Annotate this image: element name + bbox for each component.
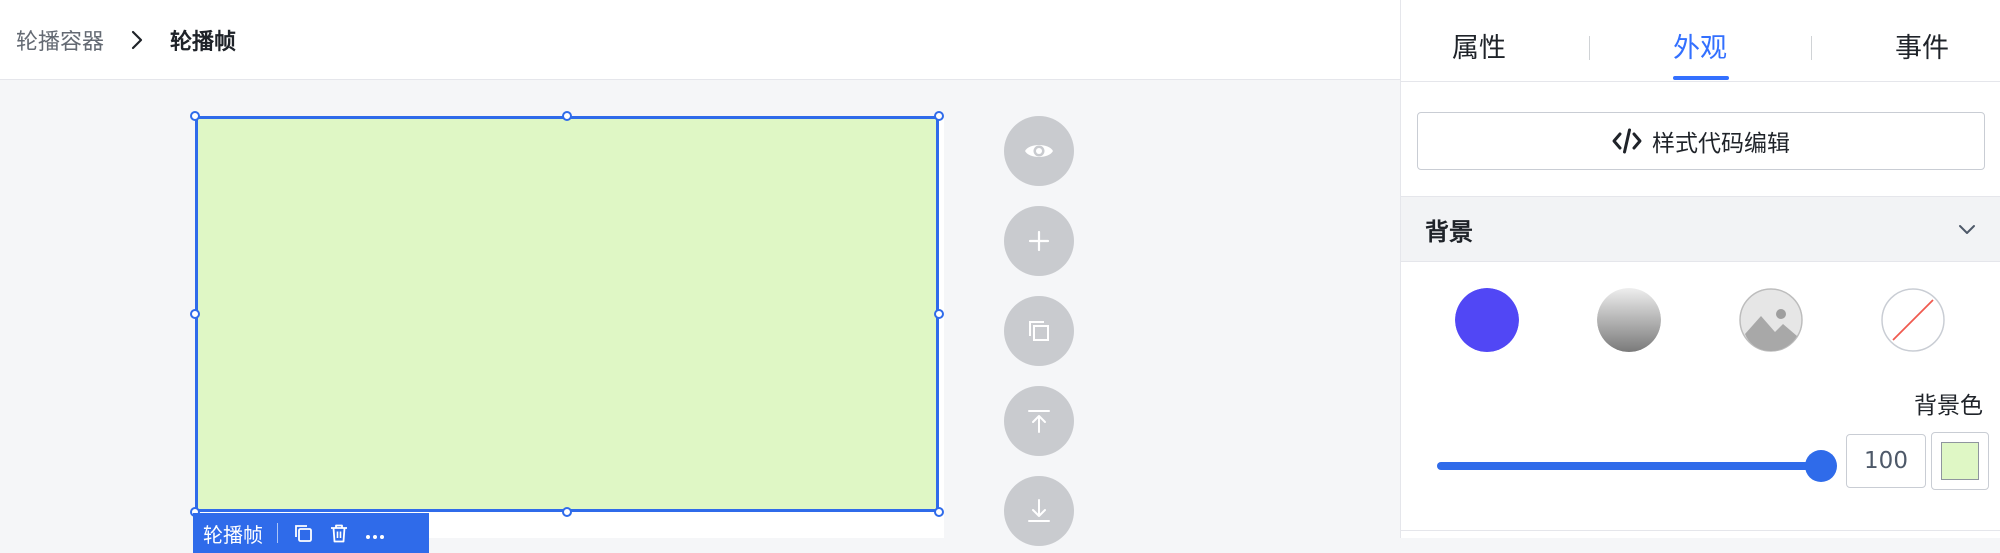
breadcrumb-parent[interactable]: 轮播容器 xyxy=(16,24,104,56)
move-up-icon xyxy=(1023,405,1055,437)
add-button[interactable] xyxy=(1004,206,1074,276)
tab-events[interactable]: 事件 xyxy=(1895,26,1949,65)
opacity-slider-thumb[interactable] xyxy=(1805,450,1837,482)
tab-divider xyxy=(1811,36,1812,60)
carousel-frame[interactable] xyxy=(195,116,939,512)
image-icon xyxy=(1739,288,1803,352)
resize-handle-right[interactable] xyxy=(934,309,944,319)
breadcrumb: 轮播容器 轮播帧 xyxy=(0,0,1400,80)
resize-handle-top-left[interactable] xyxy=(190,111,200,121)
preview-button[interactable] xyxy=(1004,116,1074,186)
move-up-button[interactable] xyxy=(1004,386,1074,456)
color-swatch xyxy=(1941,442,1979,480)
none-icon xyxy=(1881,288,1945,352)
tab-divider xyxy=(1589,36,1590,60)
opacity-slider-fill xyxy=(1437,462,1821,470)
more-icon[interactable] xyxy=(364,522,386,544)
background-section-title: 背景 xyxy=(1425,217,1473,246)
copy-icon[interactable] xyxy=(292,522,314,544)
plus-icon xyxy=(1023,225,1055,257)
gradient-icon xyxy=(1597,288,1661,352)
bg-option-solid[interactable] xyxy=(1455,288,1519,352)
resize-handle-bottom[interactable] xyxy=(562,507,572,517)
color-picker-button[interactable] xyxy=(1931,432,1989,490)
selection-tag-bar: 轮播帧 xyxy=(193,513,429,553)
style-code-edit-button[interactable]: 样式代码编辑 xyxy=(1417,112,1985,170)
duplicate-icon xyxy=(1023,315,1055,347)
code-icon xyxy=(1612,128,1642,154)
resize-handle-top-right[interactable] xyxy=(934,111,944,121)
tab-properties[interactable]: 属性 xyxy=(1452,26,1506,65)
move-down-icon xyxy=(1023,495,1055,527)
chevron-right-icon xyxy=(126,29,148,51)
panel-tabs: 属性 外观 事件 xyxy=(1401,0,2000,82)
bg-option-image[interactable] xyxy=(1739,288,1803,352)
resize-handle-left[interactable] xyxy=(190,309,200,319)
opacity-input[interactable]: 100 xyxy=(1846,434,1926,488)
solid-color-icon xyxy=(1455,288,1519,352)
design-canvas[interactable]: 轮播帧 xyxy=(0,80,1400,553)
breadcrumb-current: 轮播帧 xyxy=(170,29,237,55)
move-down-button[interactable] xyxy=(1004,476,1074,546)
trash-icon[interactable] xyxy=(328,522,350,544)
style-code-edit-label: 样式代码编辑 xyxy=(1652,131,1790,157)
chevron-down-icon[interactable] xyxy=(1955,217,1979,241)
duplicate-button[interactable] xyxy=(1004,296,1074,366)
selection-tag-label: 轮播帧 xyxy=(203,522,263,547)
active-tab-underline xyxy=(1673,76,1729,80)
tag-divider xyxy=(277,523,278,543)
bg-option-none[interactable] xyxy=(1881,288,1945,352)
resize-handle-bottom-right[interactable] xyxy=(934,507,944,517)
opacity-slider-track[interactable] xyxy=(1437,462,1821,470)
bg-option-gradient[interactable] xyxy=(1597,288,1661,352)
section-divider xyxy=(1401,530,2000,531)
tab-appearance[interactable]: 外观 xyxy=(1673,26,1727,65)
carousel-frame-fill xyxy=(198,119,936,509)
resize-handle-top[interactable] xyxy=(562,111,572,121)
background-section-header[interactable]: 背景 xyxy=(1401,196,2000,262)
eye-icon xyxy=(1023,135,1055,167)
background-color-label: 背景色 xyxy=(1914,393,1983,419)
properties-panel: 属性 外观 事件 样式代码编辑 背景 背景色 100 xyxy=(1400,0,2000,538)
